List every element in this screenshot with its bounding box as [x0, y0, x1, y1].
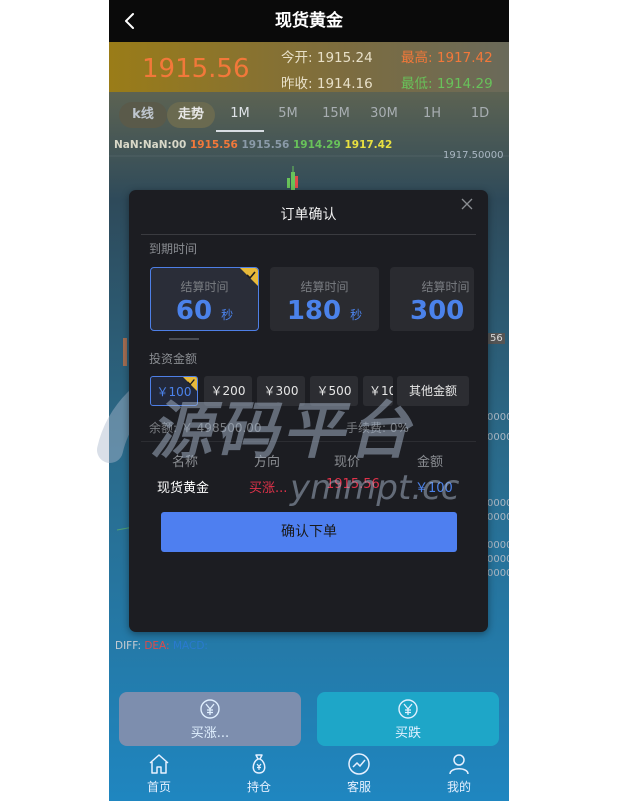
watermark-url: ymmpt.cc	[290, 468, 460, 508]
buy-up-button[interactable]: 买涨...	[119, 692, 301, 746]
current-price: 1915.56	[142, 54, 250, 84]
amount-label: 投资金额	[149, 352, 198, 366]
nav-support-label: 客服	[346, 780, 371, 794]
nav-home[interactable]: 首页	[109, 748, 209, 801]
chart-tabs: k线 走势 1M 5M 15M 30M 1H 1D	[109, 95, 509, 133]
dea-label: DEA:	[144, 640, 170, 652]
high-stat: 最高: 1917.42	[401, 46, 493, 66]
time-option-300[interactable]: 结算时间 300 秒	[390, 267, 474, 331]
nav-profile-label: 我的	[446, 780, 471, 794]
chart-circle-icon	[348, 753, 370, 775]
tab-period-1d[interactable]: 1D	[456, 95, 504, 133]
axis-price-tag: 56	[488, 333, 505, 344]
divider	[141, 234, 476, 235]
time-option-60[interactable]: 结算时间 60 秒	[150, 267, 259, 331]
scroll-indicator	[169, 338, 199, 340]
low-stat: 最低: 1914.29	[401, 72, 493, 92]
confirm-order-button[interactable]: 确认下单	[161, 512, 457, 552]
axis-tick: 0000	[487, 568, 509, 579]
open-stat: 今开: 1915.24	[281, 46, 373, 66]
axis-tick: 0000	[487, 512, 509, 523]
axis-tick: 0000	[487, 432, 509, 443]
time-option-label: 结算时间	[300, 280, 349, 294]
high-value: 1917.42	[436, 50, 493, 66]
diff-label: DIFF:	[115, 640, 141, 652]
tab-period-1m[interactable]: 1M	[216, 95, 264, 133]
dialog-title: 订单确认	[280, 207, 337, 223]
tab-period-5m[interactable]: 5M	[264, 95, 312, 133]
time-value: 300	[410, 296, 465, 326]
macd-label: MACD:	[172, 640, 208, 652]
time-value: 180	[286, 296, 342, 326]
candle	[123, 338, 127, 366]
time-option-value: 300 秒	[391, 296, 474, 326]
quote-panel: 1915.56 今开: 1915.24 最高: 1917.42 昨收: 1914…	[109, 42, 509, 92]
close-icon[interactable]	[459, 196, 475, 212]
tab-kline[interactable]: k线	[119, 102, 167, 128]
axis-top-label: 1917.50000	[443, 150, 504, 161]
time-unit: 秒	[473, 308, 474, 322]
nav-positions[interactable]: 持仓	[209, 748, 309, 801]
order-direction: 买涨...	[249, 481, 288, 496]
nav-support[interactable]: 客服	[309, 748, 409, 801]
watermark-text: 源码平台	[150, 394, 415, 467]
buy-down-label: 买跌	[394, 726, 421, 741]
time-unit: 秒	[221, 308, 234, 322]
prev-close-value: 1914.16	[316, 76, 373, 92]
time-option-label: 结算时间	[421, 280, 470, 294]
candle	[295, 176, 298, 188]
high-label: 最高:	[401, 50, 433, 66]
order-name: 现货黄金	[157, 481, 210, 496]
user-icon	[449, 754, 469, 775]
top-bar: 现货黄金	[109, 0, 509, 42]
axis-tick: 0000	[487, 540, 509, 551]
active-tab-indicator	[216, 130, 264, 132]
expiry-label: 到期时间	[149, 242, 198, 256]
axis-tick: 0000	[487, 498, 509, 509]
prev-close-label: 昨收:	[281, 76, 313, 92]
tab-trend[interactable]: 走势	[167, 102, 215, 128]
open-label: 今开:	[281, 50, 313, 66]
nav-home-label: 首页	[146, 780, 171, 794]
bottom-nav: 首页 持仓 客服 我的	[109, 748, 509, 801]
time-value: 60	[175, 296, 213, 326]
page-title: 现货黄金	[275, 11, 343, 31]
time-option-value: 60 秒	[151, 296, 258, 326]
candle	[287, 178, 290, 188]
time-option-180[interactable]: 结算时间 180 秒	[270, 267, 379, 331]
selected-check-icon	[240, 268, 258, 286]
axis-tick: 0000	[487, 554, 509, 565]
tab-period-30m[interactable]: 30M	[360, 95, 408, 133]
time-option-value: 180 秒	[271, 296, 378, 326]
nav-positions-label: 持仓	[246, 780, 271, 794]
macd-legend: DIFF: DEA: MACD:	[115, 640, 208, 652]
tab-period-15m[interactable]: 15M	[312, 95, 360, 133]
yen-coin-icon	[200, 699, 220, 719]
time-unit: 秒	[350, 308, 363, 322]
buy-up-label: 买涨...	[190, 726, 230, 741]
low-label: 最低:	[401, 76, 433, 92]
nav-profile[interactable]: 我的	[409, 748, 509, 801]
home-icon	[149, 754, 169, 774]
open-value: 1915.24	[316, 50, 373, 66]
axis-tick: 0000	[487, 412, 509, 423]
tab-period-1h[interactable]: 1H	[408, 95, 456, 133]
money-bag-icon	[252, 754, 266, 774]
prev-close-stat: 昨收: 1914.16	[281, 72, 373, 92]
buy-down-button[interactable]: 买跌	[317, 692, 499, 746]
low-value: 1914.29	[436, 76, 493, 92]
yen-coin-icon	[398, 699, 418, 719]
